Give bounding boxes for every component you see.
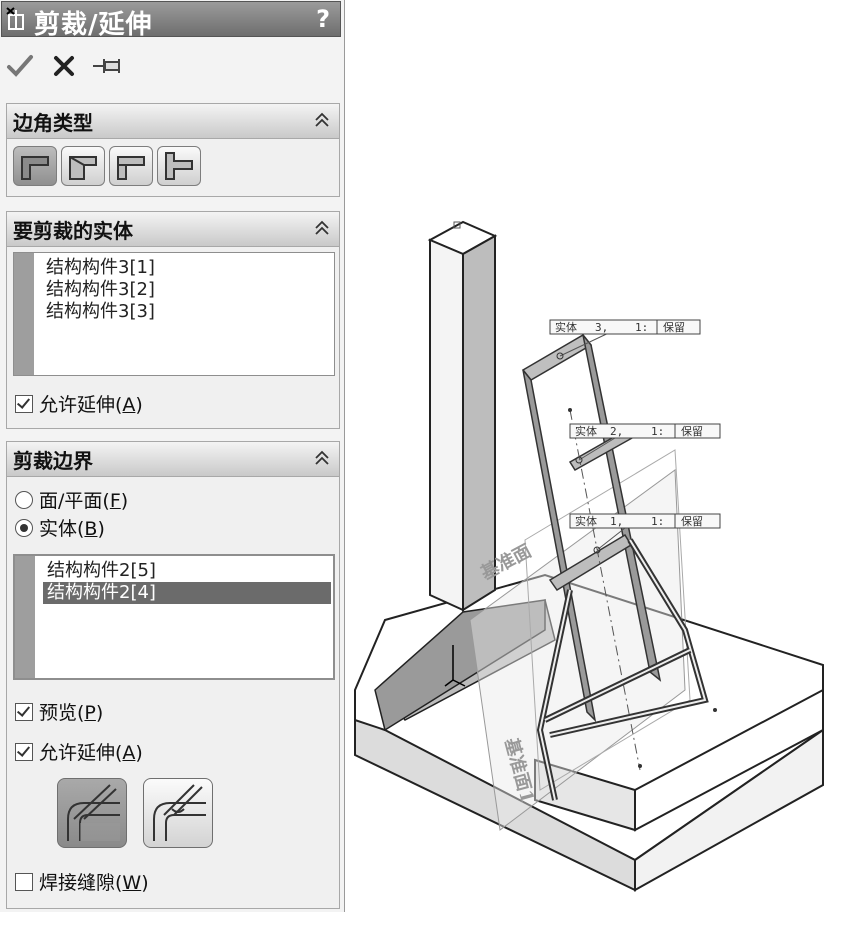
model-view[interactable]: 实体 3, 1: 保留 实体 2, 1: 保留 实体 1, 1: 保留 基准面 bbox=[345, 0, 864, 932]
corner-type-buttons bbox=[13, 146, 201, 186]
callout-idx: 1: bbox=[651, 515, 664, 528]
callout-body: 实体 bbox=[555, 320, 577, 334]
trim-boundary-list[interactable]: 结构构件2[5] 结构构件2[4] bbox=[13, 554, 335, 680]
end-miter-icon bbox=[69, 156, 97, 180]
list-item[interactable]: 结构构件2[5] bbox=[43, 560, 331, 582]
callout-action: 保留 bbox=[681, 424, 703, 438]
preview-checkbox[interactable]: 预览(P) bbox=[15, 698, 103, 725]
cancel-button[interactable] bbox=[48, 50, 80, 82]
window-title: 剪裁/延伸 bbox=[34, 10, 153, 40]
end-butt1-icon bbox=[117, 156, 145, 180]
coped-cut-button[interactable] bbox=[143, 778, 213, 848]
corner-type-group: 边角类型 bbox=[6, 103, 340, 197]
callout-idx: 1: bbox=[635, 321, 648, 334]
end-miter-button[interactable] bbox=[61, 146, 105, 186]
end-butt2-button[interactable] bbox=[157, 146, 201, 186]
checkbox[interactable] bbox=[15, 394, 33, 413]
end-butt1-button[interactable] bbox=[109, 146, 153, 186]
checkmark-icon bbox=[7, 55, 33, 77]
simple-cut-icon bbox=[67, 784, 120, 841]
simple-cut-button[interactable] bbox=[57, 778, 127, 848]
radio-button[interactable] bbox=[15, 518, 33, 537]
x-icon bbox=[54, 56, 74, 76]
allow-extend-label: 允许延伸(A) bbox=[39, 394, 143, 416]
column[interactable] bbox=[427, 220, 498, 612]
coped-cut-icon bbox=[153, 784, 206, 841]
face-plane-radio[interactable]: 面/平面(F) bbox=[15, 486, 128, 513]
property-manager-panel: 剪裁/延伸 ? 边角类型 要剪裁的实体 结构构件3[1] 结构构件3[2] 结构… bbox=[0, 0, 345, 912]
weld-gap-label: 焊接缝隙(W) bbox=[39, 872, 149, 894]
bodies-to-trim-group: 要剪裁的实体 结构构件3[1] 结构构件3[2] 结构构件3[3] 允许延伸(A… bbox=[6, 211, 340, 429]
callout-num: 2, bbox=[610, 425, 623, 438]
trim-extend-icon bbox=[6, 7, 24, 30]
help-button[interactable]: ? bbox=[316, 5, 330, 33]
callout-body: 实体 bbox=[575, 424, 597, 438]
checkbox[interactable] bbox=[15, 702, 33, 721]
corner-type-header[interactable]: 边角类型 bbox=[7, 104, 339, 139]
callout-action: 保留 bbox=[681, 514, 703, 528]
list-item[interactable]: 结构构件3[2] bbox=[42, 279, 332, 301]
callout-num: 1, bbox=[610, 515, 623, 528]
list-item[interactable]: 结构构件3[3] bbox=[42, 301, 332, 323]
body-radio[interactable]: 实体(B) bbox=[15, 514, 105, 541]
pin-button[interactable] bbox=[92, 50, 124, 82]
end-trim-button[interactable] bbox=[13, 146, 57, 186]
chevron-up-icon[interactable] bbox=[313, 448, 331, 468]
list-item-selected[interactable]: 结构构件2[4] bbox=[43, 582, 331, 604]
callout-idx: 1: bbox=[651, 425, 664, 438]
title-bar: 剪裁/延伸 ? bbox=[1, 1, 341, 40]
radio-button[interactable] bbox=[15, 490, 33, 509]
trim-boundary-title: 剪裁边界 bbox=[13, 449, 93, 473]
selection-color-strip bbox=[15, 556, 35, 678]
allow-extend-checkbox-2[interactable]: 允许延伸(A) bbox=[15, 738, 143, 765]
end-butt2-icon bbox=[165, 152, 193, 180]
allow-extend-checkbox-1[interactable]: 允许延伸(A) bbox=[15, 390, 143, 417]
bodies-to-trim-list[interactable]: 结构构件3[1] 结构构件3[2] 结构构件3[3] bbox=[13, 252, 335, 376]
bodies-to-trim-header[interactable]: 要剪裁的实体 bbox=[7, 212, 339, 247]
end-trim-icon bbox=[21, 156, 49, 180]
face-plane-label: 面/平面(F) bbox=[39, 490, 129, 512]
chevron-up-icon[interactable] bbox=[313, 218, 331, 238]
preview-label: 预览(P) bbox=[39, 702, 104, 724]
trim-type-buttons bbox=[57, 778, 213, 848]
graphics-area[interactable]: 实体 3, 1: 保留 实体 2, 1: 保留 实体 1, 1: 保留 基准面 bbox=[345, 0, 864, 932]
ok-button[interactable] bbox=[4, 50, 36, 82]
corner-type-title: 边角类型 bbox=[13, 111, 93, 135]
bodies-to-trim-title: 要剪裁的实体 bbox=[13, 219, 133, 243]
list-item[interactable]: 结构构件3[1] bbox=[42, 257, 332, 279]
checkbox[interactable] bbox=[15, 872, 33, 891]
pushpin-icon bbox=[93, 59, 120, 73]
action-toolbar bbox=[4, 48, 124, 84]
weld-gap-checkbox[interactable]: 焊接缝隙(W) bbox=[15, 868, 149, 895]
allow-extend-label: 允许延伸(A) bbox=[39, 742, 143, 764]
selection-color-strip bbox=[14, 253, 34, 375]
trim-boundary-group: 剪裁边界 面/平面(F) 实体(B) 结构构件2[5] 结构构件2[4] 预览(… bbox=[6, 441, 340, 909]
callout-body: 实体 bbox=[575, 514, 597, 528]
body-label: 实体(B) bbox=[39, 518, 105, 540]
callout-action: 保留 bbox=[663, 320, 685, 334]
callout-num: 3, bbox=[595, 321, 608, 334]
checkbox[interactable] bbox=[15, 742, 33, 761]
trim-boundary-header[interactable]: 剪裁边界 bbox=[7, 442, 339, 477]
chevron-up-icon[interactable] bbox=[313, 110, 331, 130]
